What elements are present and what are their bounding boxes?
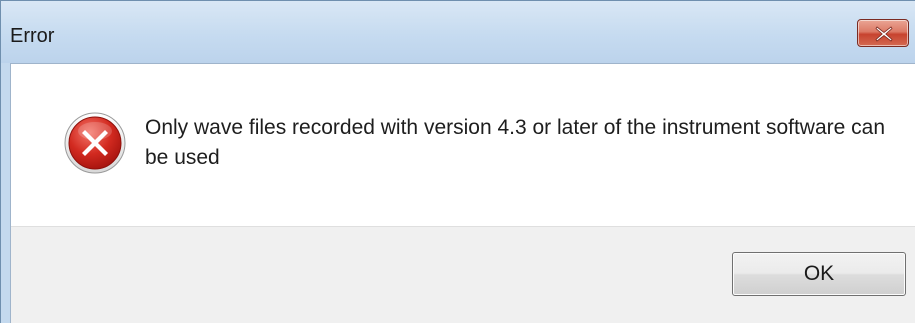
message-area: Only wave files recorded with version 4.… <box>11 64 915 226</box>
title-bar[interactable]: Error <box>1 1 915 63</box>
window-title: Error <box>10 25 55 47</box>
error-icon <box>64 112 126 174</box>
ok-button[interactable]: OK <box>732 252 906 296</box>
close-icon <box>875 26 893 42</box>
button-area: OK <box>11 226 915 323</box>
close-button[interactable] <box>857 19 909 47</box>
error-message: Only wave files recorded with version 4.… <box>145 116 886 169</box>
dialog-body: Only wave files recorded with version 4.… <box>10 63 915 323</box>
error-dialog: Error Only wave files recorded with vers… <box>0 0 915 323</box>
